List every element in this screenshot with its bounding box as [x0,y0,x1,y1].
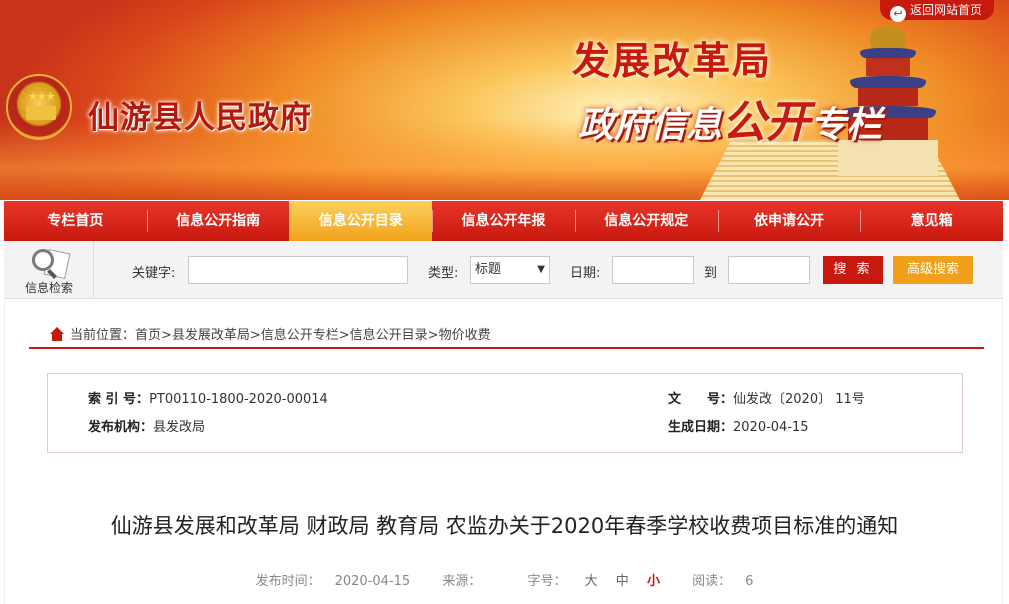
search-button[interactable]: 搜 索 [823,256,883,284]
generated-date: 生成日期：2020-04-15 [668,420,809,435]
nav-item-annual-report[interactable]: 信息公开年报 [432,201,575,241]
document-meta-box: 索 引 号：PT00110-1800-2020-00014 文 号：仙发改〔20… [47,373,963,453]
font-size-large[interactable]: 大 [585,574,598,589]
publisher: 发布机构：县发改局 [88,420,206,435]
magnifier-icon [32,249,54,271]
national-emblem-icon: ★★★ [6,74,72,140]
type-select[interactable]: 标题 ▼ [470,256,550,284]
nav-item-guide[interactable]: 信息公开指南 [146,201,290,241]
keyword-input[interactable] [188,256,408,284]
advanced-search-button[interactable]: 高级搜索 [893,256,973,284]
publish-time: 发布时间： 2020-04-15 [255,574,411,589]
dept-title: 发展改革局 [572,38,773,83]
document-info-line: 发布时间： 2020-04-15 来源： 字号： 大 中 小 阅读： 6 [5,570,1004,589]
content-area: 当前位置：首页>县发展改革局>信息公开专栏>信息公开目录>物价收费 索 引 号：… [4,300,1003,604]
nav-item-catalog[interactable]: 信息公开目录 [289,201,433,241]
nav-item-home[interactable]: 专栏首页 [4,201,147,241]
main-nav: 专栏首页 信息公开指南 信息公开目录 信息公开年报 信息公开规定 依申请公开 意… [4,201,1003,241]
gov-name: 仙游县人民政府 [88,100,312,136]
source: 来源： [442,574,482,589]
document-title: 仙游县发展和改革局 财政局 教育局 农监办关于2020年春季学校收费项目标准的通… [110,514,899,538]
view-count: 阅读： 6 [692,574,754,589]
info-search-panel: 信息检索 [4,241,94,299]
header-banner: ★★★ 仙游县人民政府 发展改革局 政府信息公开专栏 ↩ 返回网站首页 [0,0,1009,200]
nav-item-application[interactable]: 依申请公开 [717,201,861,241]
dropdown-arrow-icon: ▼ [537,264,545,275]
info-search-label: 信息检索 [24,281,73,295]
type-label: 类型: [428,266,459,281]
back-arrow-icon: ↩ [890,6,906,22]
date-to-input[interactable] [728,256,810,284]
home-icon [49,327,65,341]
date-label: 日期: [570,266,601,281]
font-size-small[interactable]: 小 [647,574,660,589]
breadcrumb-divider [29,347,984,349]
font-size-control: 字号： 大 中 小 [527,574,660,589]
date-to-label: 到 [704,266,718,281]
font-size-medium[interactable]: 中 [616,574,629,589]
nav-item-regulations[interactable]: 信息公开规定 [574,201,718,241]
date-from-input[interactable] [612,256,694,284]
search-bar: 信息检索 关键字: 类型: 标题 ▼ 日期: 到 搜 索 高级搜索 [4,241,1003,299]
index-number: 索 引 号：PT00110-1800-2020-00014 [88,392,328,407]
column-title: 政府信息公开专栏 [578,97,883,148]
nav-item-feedback[interactable]: 意见箱 [860,201,1003,241]
document-number: 文 号：仙发改〔2020〕 11号 [668,392,865,407]
breadcrumb: 当前位置：首页>县发展改革局>信息公开专栏>信息公开目录>物价收费 [49,324,491,343]
back-home-link[interactable]: ↩ 返回网站首页 [880,0,994,22]
keyword-label: 关键字: [132,266,176,281]
